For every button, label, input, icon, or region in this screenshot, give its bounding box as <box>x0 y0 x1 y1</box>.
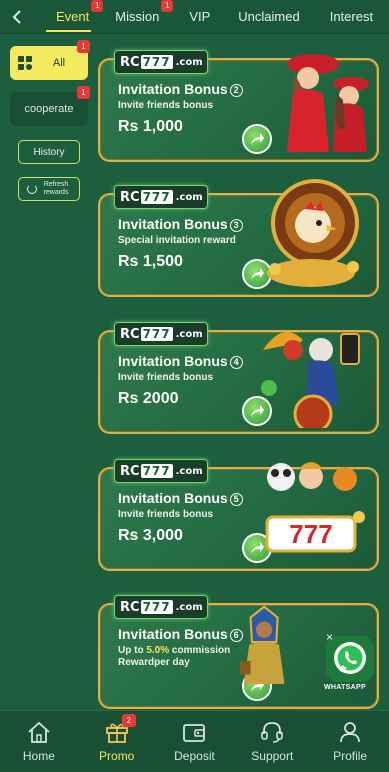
slot-characters-illustration: 777 <box>265 462 365 553</box>
tab-badge: 1 <box>161 0 174 12</box>
pharaoh-illustration <box>239 605 285 684</box>
category-cooperate-badge: 1 <box>77 86 90 99</box>
wallet-icon <box>183 724 206 742</box>
promo-banner-invitation-3[interactable]: RC 777 .com Invitation Bonus 3 Special invi… <box>98 179 379 297</box>
refresh-icon <box>27 184 37 194</box>
nav-label: Deposit <box>174 749 215 763</box>
banner-title: Invitation Bonus 4 <box>118 353 243 369</box>
banner-subtitle: Special invitation reward <box>118 235 236 246</box>
tab-label: Interest <box>329 9 374 24</box>
promo-banner-invitation-2[interactable]: RC 777 .com Invitation Bonus 2 Invite frien… <box>98 50 379 162</box>
rooster-wheel-illustration <box>267 179 359 287</box>
nav-promo[interactable]: 2 Promo <box>82 714 152 763</box>
rc777-logo: RC 777 .com <box>114 595 208 619</box>
chevron-left-icon <box>12 9 21 24</box>
banner-subtitle: Up to 5.0% commission <box>118 645 231 656</box>
home-icon <box>28 721 50 743</box>
nav-label: Profile <box>333 749 368 763</box>
category-all-label: All <box>52 57 66 69</box>
history-label: History <box>33 146 65 158</box>
rc777-logo: RC 777 .com <box>114 50 208 74</box>
tab-unclaimed[interactable]: Unclaimed <box>226 0 313 34</box>
category-all-button[interactable]: All 1 <box>10 40 90 80</box>
tab-label: Event <box>56 9 90 24</box>
category-all-badge: 1 <box>77 40 90 53</box>
tab-label: Mission <box>115 9 160 24</box>
tab-label: Unclaimed <box>238 9 300 24</box>
top-tab-bar: Event 1 Mission 1 VIP Unclaimed Interest <box>0 0 389 34</box>
grid-icon <box>18 56 32 70</box>
category-cooperate-button[interactable]: cooperate 1 <box>10 86 90 126</box>
tab-label: VIP <box>189 9 211 24</box>
casino-girls-illustration <box>287 54 369 152</box>
banner-amount: Rs 1,500 <box>118 253 183 270</box>
headset-icon <box>261 722 284 743</box>
banner-subtitle: Invite friends bonus <box>118 372 214 383</box>
category-cooperate-label: cooperate <box>24 103 74 115</box>
nav-home[interactable]: Home <box>4 720 74 763</box>
back-button[interactable] <box>0 0 34 34</box>
category-sidebar: All 1 cooperate 1 History Refresh reward… <box>0 34 96 710</box>
svg-text:777: 777 <box>289 519 332 549</box>
banner-title: Invitation Bonus 3 <box>118 216 243 232</box>
banner-amount: Rs 3,000 <box>118 527 183 544</box>
nav-label: Support <box>251 749 294 763</box>
promo-banner-invitation-5[interactable]: RC 777 .com Invitation Bonus 5 Invite frien… <box>98 459 379 571</box>
tab-event[interactable]: Event 1 <box>34 0 104 34</box>
nav-support[interactable]: Support <box>237 720 307 763</box>
banner-title: Invitation Bonus 2 <box>118 81 243 97</box>
banner-title: Invitation Bonus 6 <box>118 626 243 642</box>
refresh-rewards-button[interactable]: Refresh rewards <box>18 177 80 201</box>
promo-badge: 2 <box>121 714 136 727</box>
promo-banner-invitation-4[interactable]: RC 777 .com Invitation Bonus 4 Invite frien… <box>98 322 379 434</box>
tab-mission[interactable]: Mission 1 <box>103 0 174 34</box>
banner-subtitle: Invite friends bonus <box>118 509 214 520</box>
history-button[interactable]: History <box>18 140 80 164</box>
refresh-rewards-label: Refresh rewards <box>43 181 69 196</box>
whatsapp-label: WHATSAPP <box>324 684 366 691</box>
rc777-logo: RC 777 .com <box>114 459 208 483</box>
banner-subtitle: Invite friends bonus <box>118 100 214 111</box>
tab-interest[interactable]: Interest <box>314 0 373 34</box>
close-icon[interactable]: × <box>326 630 333 644</box>
bottom-navigation: Home 2 Promo Deposit Support Profile <box>0 710 389 772</box>
tab-badge: 1 <box>91 0 104 12</box>
nav-deposit[interactable]: Deposit <box>159 720 229 763</box>
rc777-logo: RC 777 .com <box>114 322 208 346</box>
nav-profile[interactable]: Profile <box>315 720 385 763</box>
banner-subtitle-secondary: Rewardper day <box>118 657 190 668</box>
whatsapp-floating-button[interactable]: × WHATSAPP <box>322 626 378 696</box>
profile-icon <box>340 722 360 743</box>
nav-label: Home <box>22 749 55 763</box>
dragon-mascot-illustration <box>261 332 360 428</box>
banner-amount: Rs 2000 <box>118 390 179 407</box>
rc777-logo: RC 777 .com <box>114 185 208 209</box>
nav-label: Promo <box>99 749 135 763</box>
tab-vip[interactable]: VIP <box>173 0 226 34</box>
banner-title: Invitation Bonus 5 <box>118 490 243 506</box>
banner-amount: Rs 1,000 <box>118 118 183 135</box>
